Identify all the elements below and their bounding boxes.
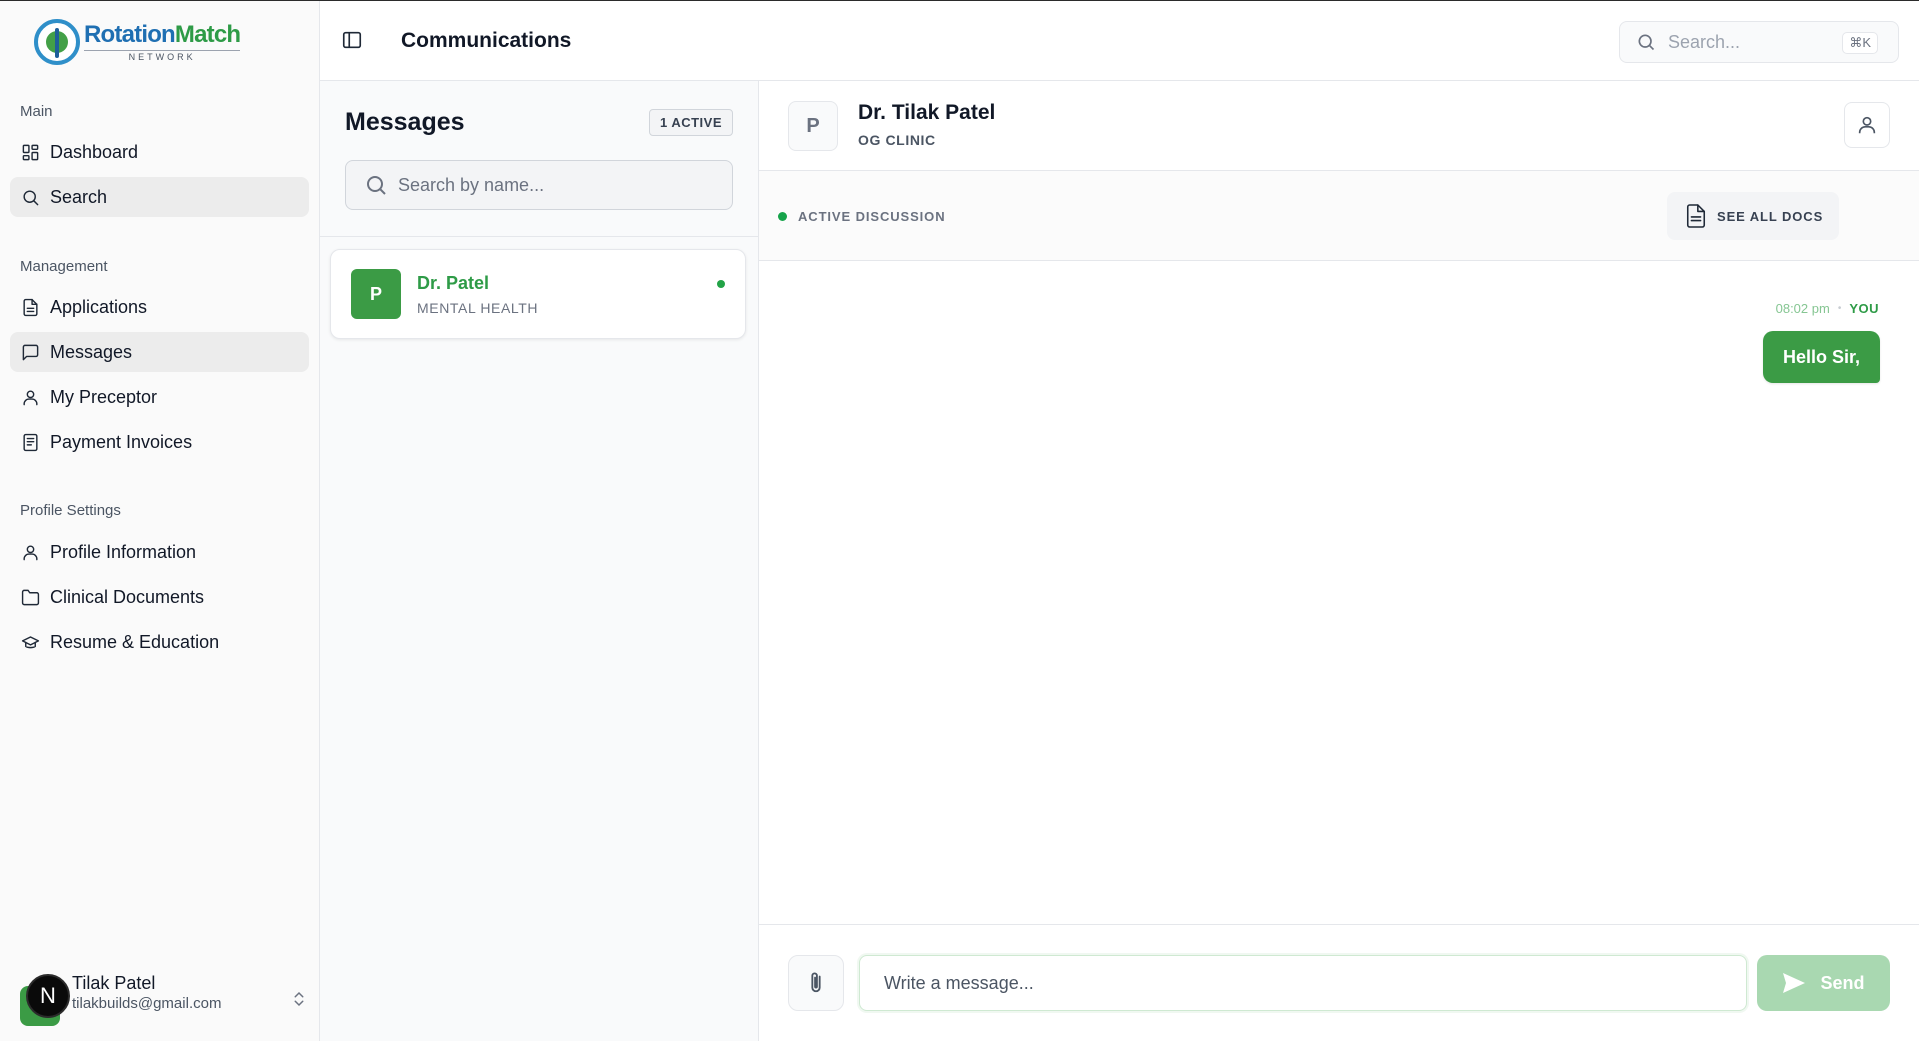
user-avatar-initial: N: [26, 974, 70, 1018]
message-time: 08:02 pm: [1775, 301, 1830, 316]
sidebar-item-label: My Preceptor: [50, 386, 158, 407]
global-search-placeholder: Search...: [1668, 31, 1741, 52]
message-composer: Send: [759, 924, 1919, 1041]
sidebar-item-applications[interactable]: Applications: [10, 287, 309, 327]
sidebar-item-label: Resume & Education: [50, 631, 220, 652]
contact-department: MENTAL HEALTH: [417, 299, 539, 316]
sidebar-item-resume-education[interactable]: Resume & Education: [10, 622, 309, 662]
message-meta: 08:02 pm • YOU: [1776, 301, 1879, 316]
conversation-list-pane: Messages 1 ACTIVE P Dr. Patel MENTAL HEA…: [320, 81, 759, 1041]
graduation-cap-icon: [20, 632, 40, 652]
search-icon: [20, 187, 40, 207]
sidebar-item-search[interactable]: Search: [10, 177, 309, 217]
section-label-main: Main: [20, 103, 53, 120]
logo-text-match: Match: [174, 20, 241, 48]
page-title: Communications: [401, 29, 572, 52]
message-input[interactable]: [859, 955, 1747, 1011]
main-area: Communications Search... ⌘K Messages 1 A…: [320, 1, 1919, 1041]
sidebar: RotationMatch NETWORK Main Dashboard Sea…: [0, 1, 320, 1041]
message-icon: [20, 342, 40, 362]
send-label: Send: [1820, 972, 1865, 993]
send-icon: [1783, 973, 1806, 993]
chat-contact-clinic: OG CLINIC: [858, 132, 936, 148]
user-icon: [20, 387, 40, 407]
top-bar: Communications Search... ⌘K: [320, 1, 1919, 81]
chat-status-bar: ACTIVE DISCUSSION SEE ALL DOCS: [759, 171, 1919, 261]
view-profile-button[interactable]: [1844, 102, 1890, 148]
user-menu[interactable]: N Tilak Patel tilakbuilds@gmail.com: [18, 969, 308, 1029]
name-search-input[interactable]: [398, 174, 718, 196]
sidebar-item-label: Clinical Documents: [50, 586, 205, 607]
sidebar-item-dashboard[interactable]: Dashboard: [10, 132, 309, 172]
document-icon: [20, 297, 40, 317]
sidebar-item-clinical-documents[interactable]: Clinical Documents: [10, 577, 309, 617]
online-status-dot: [717, 280, 725, 288]
sidebar-item-messages[interactable]: Messages: [10, 332, 309, 372]
sidebar-item-label: Messages: [50, 341, 133, 362]
app-logo[interactable]: RotationMatch NETWORK: [34, 19, 241, 65]
sidebar-item-label: Applications: [50, 296, 148, 317]
sidebar-toggle-icon[interactable]: [341, 29, 363, 51]
invoice-icon: [20, 432, 40, 452]
status-dot: [778, 212, 787, 221]
caduceus-logo-icon: [34, 19, 80, 65]
sidebar-item-profile-information[interactable]: Profile Information: [10, 532, 309, 572]
sidebar-item-payment-invoices[interactable]: Payment Invoices: [10, 422, 309, 462]
paperclip-icon: [811, 972, 821, 993]
chat-contact-name: Dr. Tilak Patel: [858, 101, 996, 124]
chat-pane: P Dr. Tilak Patel OG CLINIC ACTIVE DISCU…: [759, 81, 1919, 1041]
chevron-up-down-icon: [294, 991, 304, 1007]
message-bubble: Hello Sir,: [1762, 331, 1880, 383]
conversation-list-item[interactable]: P Dr. Patel MENTAL HEALTH: [330, 249, 746, 339]
section-label-management: Management: [20, 258, 108, 275]
user-icon: [20, 542, 40, 562]
sidebar-item-my-preceptor[interactable]: My Preceptor: [10, 377, 309, 417]
section-label-profile-settings: Profile Settings: [20, 502, 121, 519]
logo-subtitle: NETWORK: [84, 49, 241, 62]
sidebar-item-label: Payment Invoices: [50, 431, 193, 452]
folder-icon: [20, 587, 40, 607]
global-search-input[interactable]: Search... ⌘K: [1619, 21, 1899, 63]
contact-name: Dr. Patel: [417, 272, 490, 293]
attach-file-button[interactable]: [788, 955, 844, 1011]
name-search-field[interactable]: [345, 160, 733, 210]
sidebar-item-label: Search: [50, 186, 108, 207]
user-name: Tilak Patel: [72, 973, 156, 994]
contact-avatar: P: [351, 269, 401, 319]
messages-title: Messages: [345, 108, 465, 136]
avatar: N: [18, 974, 72, 1026]
user-icon: [1858, 116, 1876, 134]
document-icon: [1686, 204, 1706, 228]
sidebar-item-label: Profile Information: [50, 541, 197, 562]
logo-text-rotation: Rotation: [84, 20, 176, 48]
discussion-status: ACTIVE DISCUSSION: [798, 209, 946, 224]
sidebar-item-label: Dashboard: [50, 141, 139, 162]
see-all-docs-label: SEE ALL DOCS: [1717, 208, 1824, 224]
active-count-badge: 1 ACTIVE: [648, 109, 733, 136]
dashboard-icon: [20, 142, 40, 162]
message-thread: 08:02 pm • YOU Hello Sir,: [759, 261, 1919, 924]
chat-avatar: P: [788, 101, 838, 151]
search-icon: [1638, 34, 1655, 51]
see-all-docs-button[interactable]: SEE ALL DOCS: [1667, 192, 1839, 240]
search-icon: [367, 176, 386, 195]
message-meta-separator: •: [1837, 303, 1842, 314]
send-button[interactable]: Send: [1757, 955, 1890, 1011]
message-sender: YOU: [1849, 301, 1879, 316]
chat-header: P Dr. Tilak Patel OG CLINIC: [759, 81, 1919, 171]
keyboard-shortcut-badge: ⌘K: [1842, 32, 1878, 54]
user-email: tilakbuilds@gmail.com: [72, 994, 222, 1012]
